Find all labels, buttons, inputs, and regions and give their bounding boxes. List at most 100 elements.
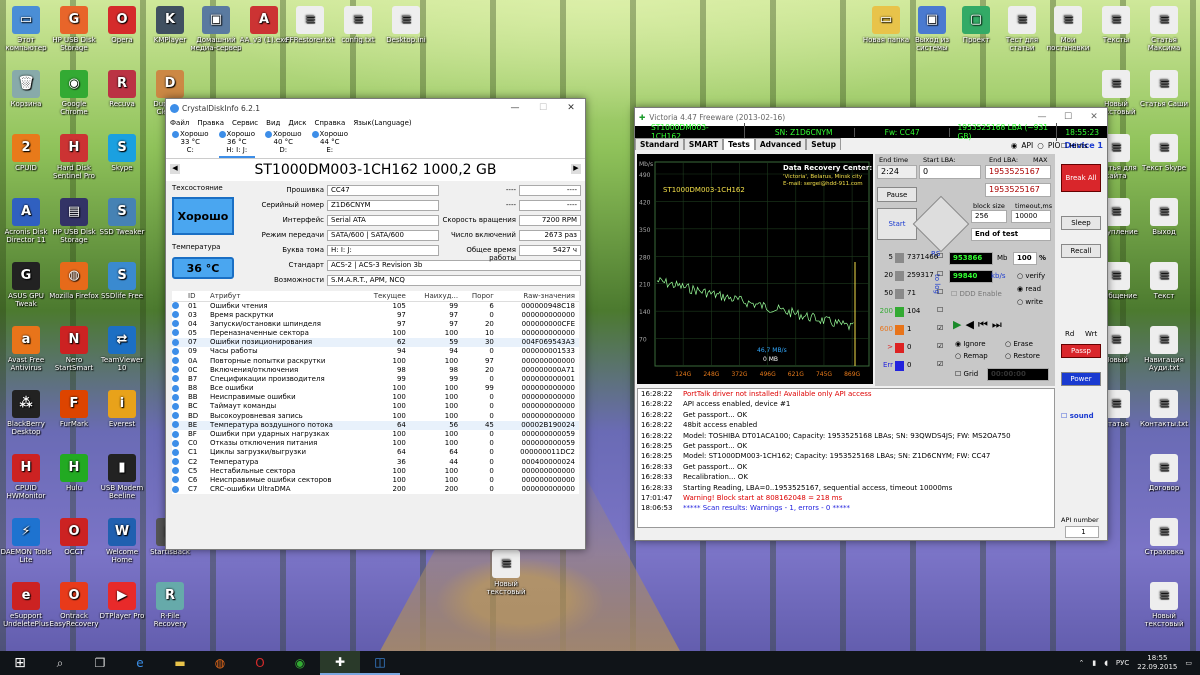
desktop-icon[interactable]: ≡ Контакты.txt bbox=[1138, 390, 1190, 428]
tab-standard[interactable]: Standard bbox=[635, 138, 684, 150]
desktop-icon[interactable]: H CPUID HWMonitor bbox=[0, 454, 52, 500]
table-row[interactable]: B8 Все ошибки 100 100 99 000000000000 bbox=[172, 384, 579, 393]
col-id[interactable]: ID bbox=[188, 291, 210, 302]
edge-icon[interactable]: e bbox=[120, 651, 160, 675]
desktop-icon[interactable]: ▣ Домашний медиа-сервер bbox=[190, 6, 242, 52]
language-indicator[interactable]: РУС bbox=[1116, 659, 1129, 667]
chrome-icon[interactable]: ◉ bbox=[280, 651, 320, 675]
desktop-icon[interactable]: ◍ Mozilla Firefox bbox=[48, 262, 100, 300]
desktop-icon[interactable]: ≡ Тест для статьи bbox=[996, 6, 1048, 52]
desktop-icon[interactable]: ≡ Мои постановки bbox=[1042, 6, 1094, 52]
table-row[interactable]: C1 Циклы загрузки/выгрузки 64 64 0 000000011D… bbox=[172, 448, 579, 457]
col-raw[interactable]: Raw-значения bbox=[497, 291, 579, 302]
block-size-select[interactable]: 256 bbox=[971, 210, 1007, 223]
desktop-icon[interactable]: O Ontrack EasyRecovery bbox=[48, 582, 100, 628]
menu-help[interactable]: Справка bbox=[314, 119, 345, 127]
direction-pad[interactable] bbox=[912, 195, 970, 253]
table-row[interactable]: BF Ошибки при ударных нагрузках 100 100 0 000… bbox=[172, 430, 579, 439]
desktop-icon[interactable]: ≡ Навигация Ауди.txt bbox=[1138, 326, 1190, 372]
table-row[interactable]: BE Температура воздушного потока 64 56 45 000… bbox=[172, 420, 579, 430]
desktop-icon[interactable]: W Welcome Home bbox=[96, 518, 148, 564]
desktop-icon[interactable]: ≡ Выход bbox=[1138, 198, 1190, 236]
desktop-icon[interactable]: S SSD Tweaker bbox=[96, 198, 148, 236]
maximize-icon[interactable]: ☐ bbox=[1055, 112, 1081, 122]
timing-log-checkbox[interactable]: ☑ bbox=[937, 342, 943, 350]
play-icon[interactable]: ▶ bbox=[953, 318, 961, 332]
desktop-icon[interactable]: ⇄ TeamViewer 10 bbox=[96, 326, 148, 372]
crystaldiskinfo-taskbar-icon[interactable]: ◫ bbox=[360, 651, 400, 675]
task-view-icon[interactable]: ❐ bbox=[80, 651, 120, 675]
desktop-icon[interactable]: ≡ Страховка bbox=[1138, 518, 1190, 556]
desktop-icon[interactable]: ≡ config.txt bbox=[332, 6, 384, 44]
remap-radio[interactable]: ○ Remap bbox=[955, 352, 988, 360]
volume-icon[interactable]: ◖ bbox=[1104, 659, 1108, 667]
start-button[interactable]: Start bbox=[877, 208, 917, 240]
table-row[interactable]: 05 Переназначенные сектора 100 100 10 0000000… bbox=[172, 329, 579, 338]
table-row[interactable]: C5 Нестабильные сектора 100 100 0 00000000000… bbox=[172, 467, 579, 476]
timeout-select[interactable]: 10000 bbox=[1011, 210, 1051, 223]
minimize-icon[interactable]: — bbox=[501, 103, 529, 113]
table-row[interactable]: 0A Повторные попытки раскрутки 100 100 97 000… bbox=[172, 356, 579, 365]
desktop-icon[interactable]: ▶ DTPlayer Pro bbox=[96, 582, 148, 620]
table-row[interactable]: 09 Часы работы 94 94 0 000000001533 bbox=[172, 347, 579, 356]
col-current[interactable]: Текущее bbox=[360, 291, 410, 302]
desktop-icon[interactable]: 🗑 Корзина bbox=[0, 70, 52, 108]
cdi-titlebar[interactable]: CrystalDiskInfo 6.2.1 — ☐ ✕ bbox=[166, 99, 585, 117]
col-worst[interactable]: Наихуд... bbox=[409, 291, 463, 302]
sound-checkbox[interactable]: ☐ sound bbox=[1061, 412, 1094, 420]
next-disk-button[interactable]: ▶ bbox=[571, 164, 581, 174]
table-row[interactable]: C0 Отказы отключения питания 100 100 0 000000… bbox=[172, 439, 579, 448]
ignore-radio[interactable]: ◉ Ignore bbox=[955, 340, 986, 348]
timing-log-checkbox[interactable]: ☐ bbox=[937, 306, 943, 314]
drive-tab-d[interactable]: Хорошо 40 °C D: bbox=[265, 129, 302, 158]
desktop-icon[interactable]: R Recuva bbox=[96, 70, 148, 108]
desktop-icon[interactable]: G HP USB Disk Storage bbox=[48, 6, 100, 52]
menu-language[interactable]: Язык(Language) bbox=[353, 119, 411, 127]
power-button[interactable]: Power bbox=[1061, 372, 1101, 386]
table-row[interactable]: 01 Ошибки чтения 105 99 6 000000948C18 bbox=[172, 301, 579, 311]
drive-tab-e[interactable]: Хорошо 44 °C E: bbox=[311, 129, 348, 158]
erase-radio[interactable]: ○ Erase bbox=[1005, 340, 1033, 348]
table-row[interactable]: 04 Запуски/остановки шпинделя 97 97 20 000000… bbox=[172, 320, 579, 329]
desktop-icon[interactable]: H Hard Disk Sentinel Pro bbox=[48, 134, 100, 180]
hints-checkbox[interactable]: ☐ Hints bbox=[1061, 142, 1088, 150]
read-radio[interactable]: ◉ read bbox=[1017, 285, 1041, 293]
table-row[interactable]: C7 CRC-ошибки UltraDMA 200 200 0 000000000000 bbox=[172, 485, 579, 494]
firefox-icon[interactable]: ◍ bbox=[200, 651, 240, 675]
end-lba-input[interactable]: 1953525167 bbox=[985, 165, 1051, 179]
start-button[interactable]: ⊞ bbox=[0, 651, 40, 675]
timing-log-checkbox[interactable]: ☑ bbox=[937, 324, 943, 332]
tab-setup[interactable]: Setup bbox=[806, 138, 842, 150]
restore-radio[interactable]: ○ Restore bbox=[1005, 352, 1040, 360]
close-icon[interactable]: ✕ bbox=[557, 103, 585, 113]
desktop-icon[interactable]: ⚡ DAEMON Tools Lite bbox=[0, 518, 52, 564]
desktop-icon[interactable]: N Nero StartSmart bbox=[48, 326, 100, 372]
desktop-icon[interactable]: e eSupport UndeletePlus bbox=[0, 582, 52, 628]
opera-icon[interactable]: O bbox=[240, 651, 280, 675]
desktop-icon[interactable]: ≡ Договор bbox=[1138, 454, 1190, 492]
api-number-input[interactable]: 1 bbox=[1065, 526, 1099, 538]
maximize-icon[interactable]: ☐ bbox=[529, 103, 557, 113]
start-lba-input[interactable]: 0 bbox=[919, 165, 981, 179]
desktop-icon[interactable]: ⁂ BlackBerry Desktop bbox=[0, 390, 52, 436]
desktop-icon[interactable]: ▤ HP USB Disk Storage bbox=[48, 198, 100, 244]
pause-button[interactable]: Pause bbox=[877, 187, 917, 202]
file-explorer-icon[interactable]: ▬ bbox=[160, 651, 200, 675]
desktop-icon[interactable]: ≡ Новый текстовый bbox=[1138, 582, 1190, 628]
desktop-icon[interactable]: i Everest bbox=[96, 390, 148, 428]
timing-log-checkbox[interactable]: ☐ bbox=[937, 288, 943, 296]
desktop-icon[interactable]: ▭ Новая папка bbox=[860, 6, 912, 44]
desktop-icon[interactable]: ≡ Новый текстовый документ.txt bbox=[480, 550, 532, 596]
sleep-button[interactable]: Sleep bbox=[1061, 216, 1101, 230]
menu-disk[interactable]: Диск bbox=[288, 119, 306, 127]
desktop-icon[interactable]: A AA_v3 (1).exe bbox=[238, 6, 290, 44]
timing-log-checkbox[interactable]: ☐ bbox=[937, 252, 943, 260]
desktop-icon[interactable]: O OCCT bbox=[48, 518, 100, 556]
prev-disk-button[interactable]: ◀ bbox=[170, 164, 180, 174]
table-row[interactable]: BD Высокоуровневая запись 100 100 0 000000000… bbox=[172, 412, 579, 421]
api-radio[interactable]: ◉ bbox=[1011, 141, 1018, 150]
desktop-icon[interactable]: ≡ Текст Skype bbox=[1138, 134, 1190, 172]
timing-log-checkbox[interactable]: ☐ bbox=[937, 270, 943, 278]
tray-expand-icon[interactable]: ⌃ bbox=[1078, 659, 1084, 667]
desktop-icon[interactable]: ≡ Статья Максима bbox=[1138, 6, 1190, 52]
